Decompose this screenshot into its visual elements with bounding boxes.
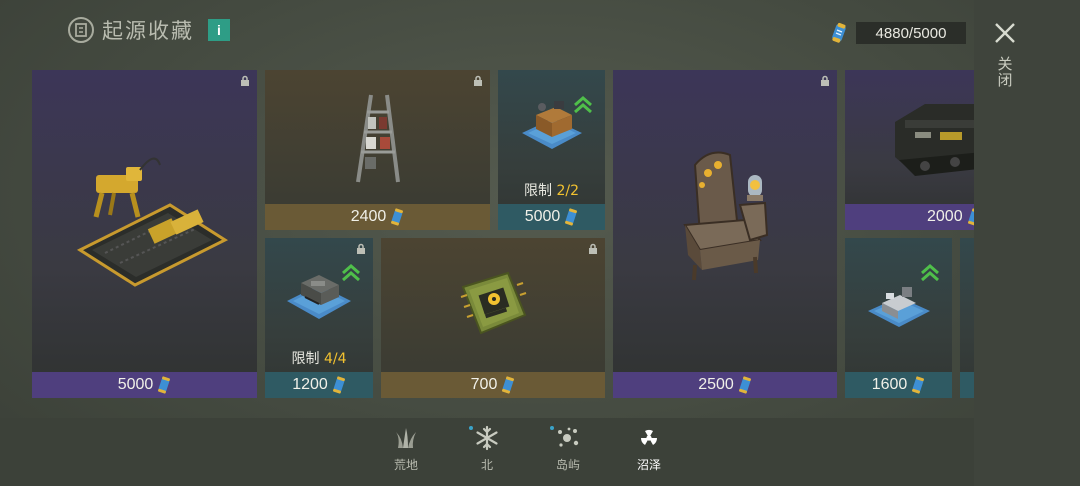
page-header: 起源收藏 i: [68, 14, 230, 46]
origin-emblem-icon: [68, 17, 94, 43]
sparkle-icon: [558, 427, 579, 447]
price-value: 2400: [350, 208, 387, 225]
blueprint-scroll-icon: [738, 376, 751, 394]
tank-blueprint-art: [265, 238, 373, 348]
blueprint-scroll-icon: [502, 376, 515, 394]
tab-islands[interactable]: 岛屿: [538, 424, 598, 473]
price-value: 2500: [698, 376, 734, 393]
page-title: 起源收藏: [102, 19, 194, 43]
blueprint-scroll-icon: [565, 208, 578, 226]
collection-card-tank-blueprint[interactable]: 限制 4/4 1200: [265, 238, 373, 398]
limit-label: 限制 2/2: [498, 180, 605, 200]
blueprint-scroll-icon: [158, 376, 171, 394]
collection-card-partial[interactable]: [960, 238, 974, 398]
side-panel: [974, 0, 1080, 486]
close-label[interactable]: 关闭: [996, 56, 1014, 88]
blueprint-scroll-icon: [332, 376, 345, 394]
price-bar: 5000: [498, 204, 605, 230]
blueprint-scroll-icon: [967, 208, 974, 226]
tab-north[interactable]: 北: [457, 424, 517, 473]
collection-card-armored-vehicle[interactable]: 2000: [845, 70, 974, 230]
limit-value: 2/2: [556, 183, 579, 199]
tab-swamp[interactable]: 沼泽: [619, 424, 679, 473]
tab-label: 岛屿: [555, 458, 580, 472]
price-bar: 700: [381, 372, 605, 398]
price-value: 1200: [292, 376, 328, 393]
notification-dot: [550, 426, 554, 430]
price-bar: 1600: [845, 372, 952, 398]
collection-card-workbench-crate[interactable]: 限制 2/2 5000: [498, 70, 605, 230]
radiation-chip-art: [381, 238, 605, 372]
grass-icon: [396, 428, 416, 448]
price-value: 5000: [117, 376, 154, 393]
close-icon[interactable]: [992, 20, 1018, 46]
blueprint-scroll-icon: [391, 208, 404, 226]
collection-card-weapon-rack[interactable]: 2400: [265, 70, 490, 230]
info-button[interactable]: i: [208, 19, 230, 41]
limit-value: 4/4: [323, 351, 347, 367]
tab-wasteland[interactable]: 荒地: [376, 424, 436, 473]
currency-amount: 4880/5000: [856, 22, 966, 44]
currency-display: 4880/5000: [828, 20, 966, 46]
throne-chair-art: [613, 70, 837, 360]
tab-label: 北: [480, 458, 493, 472]
limit-text: 限制: [291, 351, 320, 367]
price-bar: 1200: [265, 372, 373, 398]
workbench-crate-art: [498, 70, 605, 180]
collection-card-robot-dog[interactable]: 5000: [32, 70, 257, 398]
tab-label: 沼泽: [636, 458, 661, 472]
price-value: 1600: [871, 376, 908, 393]
limit-text: 限制: [524, 183, 552, 199]
limit-label: 限制 4/4: [265, 348, 373, 368]
collection-card-throne-chair[interactable]: 2500: [613, 70, 837, 398]
snowflake-icon: [476, 425, 498, 451]
notification-dot: [469, 426, 473, 430]
blueprint-scroll-icon: [912, 376, 925, 394]
tab-label: 荒地: [393, 458, 418, 472]
armored-vehicle-art: [845, 70, 974, 204]
price-value: 700: [470, 376, 498, 393]
collection-card-radiation-chip[interactable]: 700: [381, 238, 605, 398]
robot-dog-art: [32, 70, 257, 370]
price-bar: 2400: [265, 204, 490, 230]
weapon-rack-art: [265, 70, 490, 204]
blueprint-scroll-icon: [832, 22, 846, 43]
desk-blueprint-art: [845, 238, 952, 372]
radiation-icon: [640, 429, 658, 445]
collection-card-desk-blueprint[interactable]: 1600: [845, 238, 952, 398]
price-bar: 2000: [845, 204, 974, 230]
collection-grid: 5000 2400 限制 2/2 5000 2500 2000 限制 4/4 1…: [32, 70, 974, 400]
price-value: 2000: [927, 208, 963, 225]
price-value: 5000: [524, 208, 561, 225]
price-bar: 5000: [32, 372, 257, 398]
price-bar: [960, 372, 974, 398]
price-bar: 2500: [613, 372, 837, 398]
